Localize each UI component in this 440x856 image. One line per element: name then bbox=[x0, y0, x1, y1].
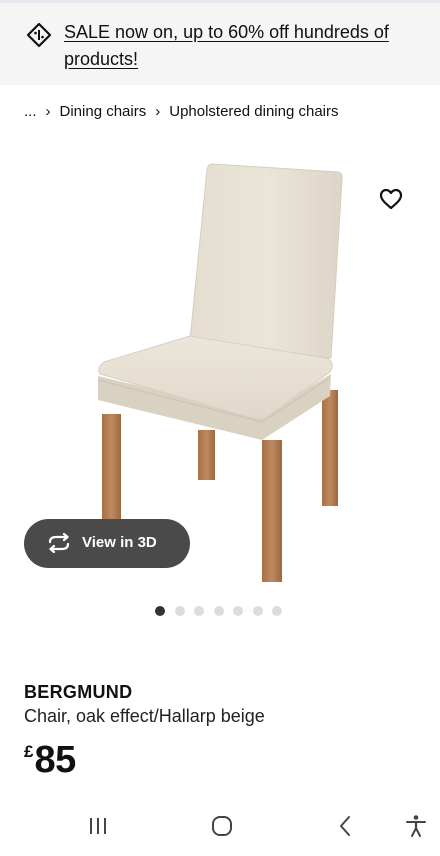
rotate-3d-icon bbox=[46, 532, 72, 554]
carousel-dot[interactable] bbox=[272, 606, 282, 616]
breadcrumb-dining-chairs[interactable]: Dining chairs bbox=[60, 103, 147, 120]
product-name: BERGMUND bbox=[24, 682, 133, 702]
product-price: £ 85 bbox=[24, 738, 76, 782]
carousel-dot[interactable] bbox=[252, 606, 263, 616]
carousel-dot-active[interactable] bbox=[155, 606, 165, 616]
back-button[interactable] bbox=[330, 814, 360, 842]
home-icon bbox=[211, 815, 233, 842]
sale-tag-icon bbox=[25, 21, 53, 49]
accessibility-icon bbox=[405, 814, 427, 843]
breadcrumb-ellipsis[interactable]: ... bbox=[24, 103, 37, 120]
heart-icon bbox=[379, 188, 403, 215]
image-carousel-indicator bbox=[155, 606, 282, 616]
home-button[interactable] bbox=[207, 814, 237, 842]
carousel-dot[interactable] bbox=[194, 606, 204, 616]
breadcrumb-upholstered-dining-chairs[interactable]: Upholstered dining chairs bbox=[169, 103, 338, 120]
carousel-dot[interactable] bbox=[174, 606, 185, 616]
favourite-button[interactable] bbox=[376, 186, 406, 216]
breadcrumb: ... › Dining chairs › Upholstered dining… bbox=[24, 101, 339, 121]
sale-banner-link[interactable]: SALE now on, up to 60% off hundreds of p… bbox=[64, 19, 414, 73]
recent-apps-button[interactable] bbox=[83, 814, 113, 842]
accessibility-button[interactable] bbox=[401, 814, 431, 842]
view-in-3d-button[interactable]: View in 3D bbox=[24, 519, 190, 568]
system-navigation-bar bbox=[0, 800, 440, 856]
back-icon bbox=[337, 815, 353, 842]
recent-apps-icon bbox=[87, 816, 109, 841]
view-in-3d-label: View in 3D bbox=[82, 534, 157, 551]
price-value: 85 bbox=[34, 739, 76, 781]
carousel-dot[interactable] bbox=[213, 606, 224, 616]
carousel-dot[interactable] bbox=[233, 606, 243, 616]
promo-banner: SALE now on, up to 60% off hundreds of p… bbox=[0, 3, 440, 85]
chevron-right-icon: › bbox=[155, 102, 161, 120]
product-description: Chair, oak effect/Hallarp beige bbox=[24, 706, 265, 726]
chevron-right-icon: › bbox=[45, 102, 51, 120]
price-currency: £ bbox=[24, 742, 34, 761]
